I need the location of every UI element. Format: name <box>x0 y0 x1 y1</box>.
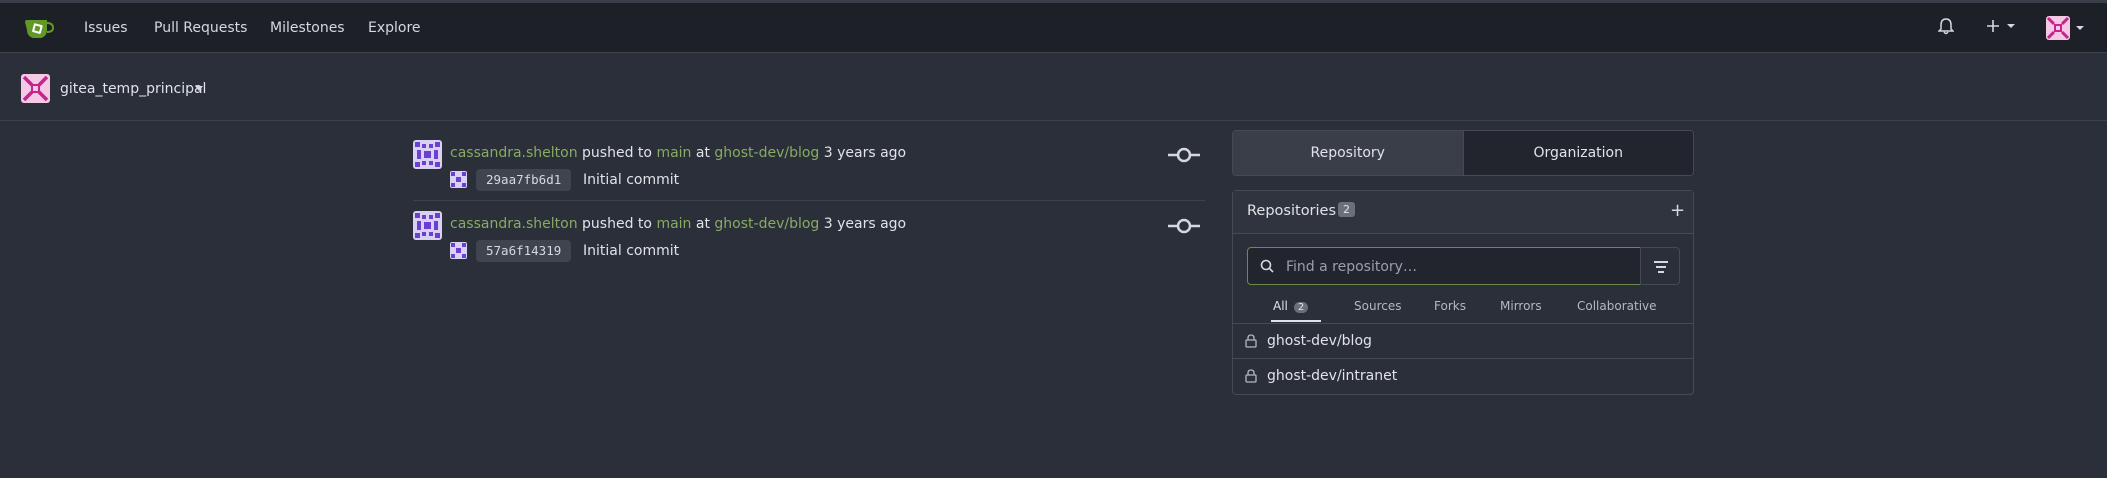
feed-user-link[interactable]: cassandra.shelton <box>450 145 578 161</box>
repo-link[interactable]: ghost-dev/intranet <box>1267 368 1397 384</box>
user-menu-button[interactable] <box>2046 16 2086 44</box>
context-avatar <box>21 74 50 103</box>
avatar <box>2046 16 2084 40</box>
feed-at-text: at <box>695 145 710 161</box>
context-username[interactable]: gitea_temp_principal <box>60 81 206 97</box>
feed-action-text: pushed to <box>582 145 652 161</box>
feed-branch-link[interactable]: main <box>656 216 691 232</box>
new-repository-plus-icon[interactable]: + <box>1670 200 1685 221</box>
commit-sha-link[interactable]: 29aa7fb6d1 <box>476 169 572 191</box>
feed-user-link[interactable]: cassandra.shelton <box>450 216 578 232</box>
feed-divider <box>413 200 1205 201</box>
repositories-count-badge: 2 <box>1338 202 1355 217</box>
filter-icon[interactable] <box>1640 247 1680 285</box>
feed-time: 3 years ago <box>823 216 907 232</box>
nav-milestones[interactable]: Milestones <box>270 20 345 36</box>
nav-issues[interactable]: Issues <box>84 20 128 36</box>
bell-icon[interactable] <box>1937 17 1955 39</box>
repositories-panel: Repositories 2 + All 2 Sources Forks Mirr… <box>1232 190 1694 395</box>
filter-mirrors[interactable]: Mirrors <box>1500 299 1542 313</box>
feed-repo-link[interactable]: ghost-dev/blog <box>714 145 819 161</box>
repo-list-item[interactable]: ghost-dev/intranet <box>1233 359 1693 393</box>
nav-pull-requests[interactable]: Pull Requests <box>154 20 247 36</box>
repositories-title: Repositories <box>1247 203 1337 219</box>
commit-author-avatar[interactable] <box>450 171 467 188</box>
feed-summary: cassandra.shelton pushed to main at ghos… <box>450 216 906 232</box>
user-avatar[interactable] <box>413 140 442 169</box>
context-switcher-bar: gitea_temp_principal <box>0 53 2107 121</box>
feed-item: cassandra.shelton pushed to main at ghos… <box>413 211 1205 262</box>
feed-item: cassandra.shelton pushed to main at ghos… <box>413 140 1205 191</box>
nav-explore[interactable]: Explore <box>368 20 421 36</box>
filter-sources[interactable]: Sources <box>1354 299 1401 313</box>
feed-repo-link[interactable]: ghost-dev/blog <box>714 216 819 232</box>
commit-sha-link[interactable]: 57a6f14319 <box>476 240 572 262</box>
top-navbar: Issues Pull Requests Milestones Explore <box>0 0 2107 53</box>
commit-author-avatar[interactable] <box>450 242 467 259</box>
git-commit-icon <box>1167 144 1201 166</box>
filter-all[interactable]: All 2 <box>1273 299 1309 313</box>
filter-forks[interactable]: Forks <box>1434 299 1466 313</box>
user-avatar[interactable] <box>413 211 442 240</box>
filter-all-label: All <box>1273 299 1288 313</box>
filter-collaborative[interactable]: Collaborative <box>1577 299 1657 313</box>
repo-link[interactable]: ghost-dev/blog <box>1267 333 1372 349</box>
lock-icon <box>1245 334 1257 348</box>
repo-list-item[interactable]: ghost-dev/blog <box>1233 324 1693 359</box>
commit-message: Initial commit <box>583 243 680 259</box>
commit-message: Initial commit <box>583 172 680 188</box>
feed-summary: cassandra.shelton pushed to main at ghos… <box>450 145 906 161</box>
feed-time: 3 years ago <box>823 145 907 161</box>
repo-search-input[interactable] <box>1284 248 1628 286</box>
feed-branch-link[interactable]: main <box>656 145 691 161</box>
search-icon <box>1260 259 1274 273</box>
repo-search-box <box>1247 247 1641 286</box>
feed-at-text: at <box>695 216 710 232</box>
chevron-down-icon[interactable] <box>195 86 203 91</box>
git-commit-icon <box>1167 215 1201 237</box>
lock-icon <box>1245 369 1257 383</box>
tab-organization[interactable]: Organization <box>1463 131 1693 175</box>
tab-repository[interactable]: Repository <box>1233 131 1464 175</box>
gitea-logo-icon[interactable] <box>23 16 55 42</box>
create-menu-button[interactable] <box>1986 18 2016 38</box>
dashboard-tabs: Repository Organization <box>1232 130 1694 176</box>
repo-filter-tabs: All 2 Sources Forks Mirrors Collaborative <box>1233 291 1693 324</box>
active-tab-underline <box>1271 320 1321 322</box>
repositories-header: Repositories 2 + <box>1233 191 1693 234</box>
filter-all-count: 2 <box>1293 302 1309 313</box>
feed-action-text: pushed to <box>582 216 652 232</box>
